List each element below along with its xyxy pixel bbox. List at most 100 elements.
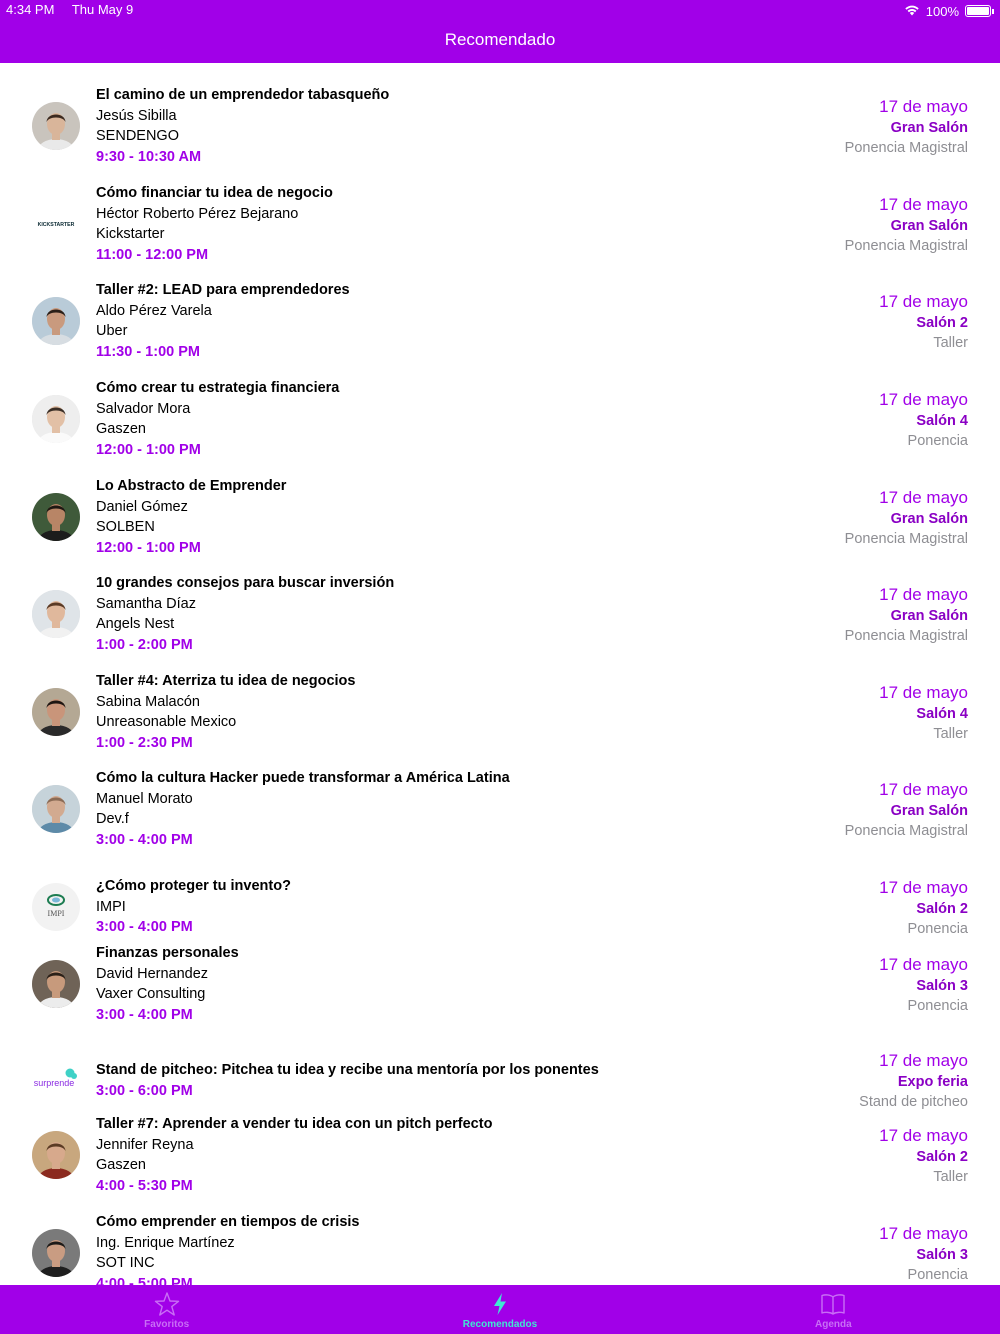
event-date: 17 de mayo [879, 780, 968, 799]
event-time: 9:30 - 10:30 AM [96, 148, 202, 165]
event-title: Cómo la cultura Hacker puede transformar… [96, 770, 510, 786]
event-speaker: Manuel Morato [96, 790, 193, 807]
event-speaker: Ing. Enrique Martínez [96, 1234, 235, 1251]
avatar: KICKSTARTER [32, 200, 80, 248]
event-meta: 17 de mayo Gran Salón Ponencia Magistral [708, 194, 968, 257]
avatar [32, 590, 80, 638]
top-bar: 4:34 PM Thu May 9 100% Recomendado [0, 0, 1000, 63]
event-title: Taller #2: LEAD para emprendedores [96, 282, 350, 298]
wifi-icon [904, 4, 920, 19]
kickstarter-logo: KICKSTARTER [38, 222, 75, 228]
event-info: ¿Cómo proteger tu invento? IMPI 3:00 - 4:0… [96, 876, 736, 938]
avatar [32, 688, 80, 736]
event-room: Gran Salón [890, 803, 968, 819]
event-row[interactable]: El camino de un emprendedor tabasqueño Je… [0, 83, 1000, 169]
event-title: Taller #4: Aterriza tu idea de negocios [96, 673, 356, 689]
event-time: 11:00 - 12:00 PM [96, 246, 209, 263]
event-meta: 17 de mayo Salón 2 Taller [708, 1125, 968, 1188]
event-company: Gaszen [96, 1157, 146, 1173]
event-type: Ponencia [907, 1267, 968, 1283]
tab-agenda[interactable]: Agenda [667, 1285, 1000, 1334]
event-company: SOT INC [96, 1255, 155, 1271]
event-info: Stand de pitcheo: Pitchea tu idea y reci… [96, 1060, 736, 1101]
event-title: El camino de un emprendedor tabasqueño [96, 87, 390, 103]
avatar [32, 1131, 80, 1179]
event-info: Taller #4: Aterriza tu idea de negocios S… [96, 671, 736, 753]
avatar [32, 395, 80, 443]
event-room: Gran Salón [890, 120, 968, 136]
event-type: Taller [933, 1169, 968, 1185]
status-date: Thu May 9 [71, 2, 134, 17]
event-info: Cómo financiar tu idea de negocio Héctor … [96, 183, 736, 265]
event-room: Salón 4 [916, 706, 968, 722]
event-date: 17 de mayo [879, 878, 968, 897]
battery-icon [965, 5, 991, 17]
event-row[interactable]: KICKSTARTER Cómo financiar tu idea de neg… [0, 181, 1000, 267]
event-type: Ponencia [907, 998, 968, 1014]
event-type: Taller [933, 335, 968, 351]
event-room: Expo feria [897, 1074, 968, 1090]
event-speaker: Aldo Pérez Varela [96, 302, 212, 319]
avatar: surprende [32, 1056, 80, 1104]
event-room: Gran Salón [890, 218, 968, 234]
event-type: Ponencia [907, 921, 968, 937]
event-row[interactable]: surprende Stand de pitcheo: Pitchea tu id… [0, 1037, 1000, 1123]
event-row[interactable]: Cómo la cultura Hacker puede transformar… [0, 766, 1000, 852]
event-title: Taller #7: Aprender a vender tu idea con… [96, 1116, 493, 1132]
event-room: Salón 3 [916, 978, 968, 994]
event-date: 17 de mayo [879, 488, 968, 507]
event-row[interactable]: Lo Abstracto de Emprender Daniel Gómez SOL… [0, 474, 1000, 560]
tab-label-favoritos: Favoritos [144, 1319, 190, 1330]
event-title: ¿Cómo proteger tu invento? [96, 878, 291, 894]
surprende-logo: surprende [34, 1078, 75, 1088]
event-row[interactable]: Finanzas personales David Hernandez Vaxer … [0, 941, 1000, 1027]
event-time: 1:00 - 2:30 PM [96, 734, 193, 751]
event-type: Ponencia Magistral [844, 531, 968, 547]
event-company: Angels Nest [96, 616, 175, 632]
event-meta: 17 de mayo Gran Salón Ponencia Magistral [708, 584, 968, 647]
star-icon [154, 1292, 179, 1316]
event-type: Ponencia Magistral [844, 140, 968, 156]
event-meta: 17 de mayo Salón 4 Ponencia [708, 389, 968, 452]
event-info: Taller #2: LEAD para emprendedores Aldo P… [96, 280, 736, 362]
event-room: Salón 2 [916, 901, 968, 917]
tab-favoritos[interactable]: Favoritos [0, 1285, 333, 1334]
event-row[interactable]: Cómo crear tu estrategia financiera Salva… [0, 376, 1000, 462]
event-date: 17 de mayo [879, 1224, 968, 1243]
event-company: Unreasonable Mexico [96, 714, 237, 730]
event-type: Ponencia Magistral [844, 628, 968, 644]
event-row[interactable]: Taller #4: Aterriza tu idea de negocios S… [0, 669, 1000, 755]
event-row[interactable]: IMPI ¿Cómo proteger tu invento? IMPI 3:00 -… [0, 864, 1000, 950]
event-info: Cómo crear tu estrategia financiera Salva… [96, 378, 736, 460]
event-time: 11:30 - 1:00 PM [96, 343, 200, 360]
event-row[interactable]: 10 grandes consejos para buscar inversió… [0, 571, 1000, 657]
event-title: 10 grandes consejos para buscar inversió… [96, 575, 395, 591]
tab-recomendados[interactable]: Recomendados [333, 1285, 666, 1334]
event-list[interactable]: El camino de un emprendedor tabasqueño Je… [0, 63, 1000, 1285]
event-meta: 17 de mayo Expo feria Stand de pitcheo [708, 1050, 968, 1113]
event-speaker: Jesús Sibilla [96, 107, 177, 124]
event-time: 3:00 - 4:00 PM [96, 919, 193, 935]
event-info: El camino de un emprendedor tabasqueño Je… [96, 85, 736, 167]
event-speaker: Samantha Díaz [96, 595, 196, 612]
event-row[interactable]: Cómo emprender en tiempos de crisis Ing. … [0, 1210, 1000, 1285]
event-title: Finanzas personales [96, 945, 239, 961]
event-type: Stand de pitcheo [859, 1094, 968, 1110]
event-room: Salón 2 [916, 1149, 968, 1165]
avatar [32, 1229, 80, 1277]
battery-tip [992, 8, 994, 14]
event-row[interactable]: Taller #7: Aprender a vender tu idea con… [0, 1112, 1000, 1198]
bolt-icon [493, 1293, 506, 1315]
event-time: 3:00 - 4:00 PM [96, 1006, 193, 1023]
event-meta: 17 de mayo Salón 4 Taller [708, 682, 968, 745]
avatar [32, 297, 80, 345]
event-type: Ponencia [907, 433, 968, 449]
event-row[interactable]: Taller #2: LEAD para emprendedores Aldo P… [0, 278, 1000, 364]
event-company: Dev.f [96, 811, 129, 827]
event-meta: 17 de mayo Gran Salón Ponencia Magistral [708, 96, 968, 159]
event-company: Kickstarter [96, 226, 165, 242]
event-type: Ponencia Magistral [844, 238, 968, 254]
tab-bar: Favoritos Recomendados Agenda [0, 1285, 1000, 1334]
event-title: Cómo emprender en tiempos de crisis [96, 1214, 360, 1230]
event-company: SENDENGO [96, 128, 179, 144]
